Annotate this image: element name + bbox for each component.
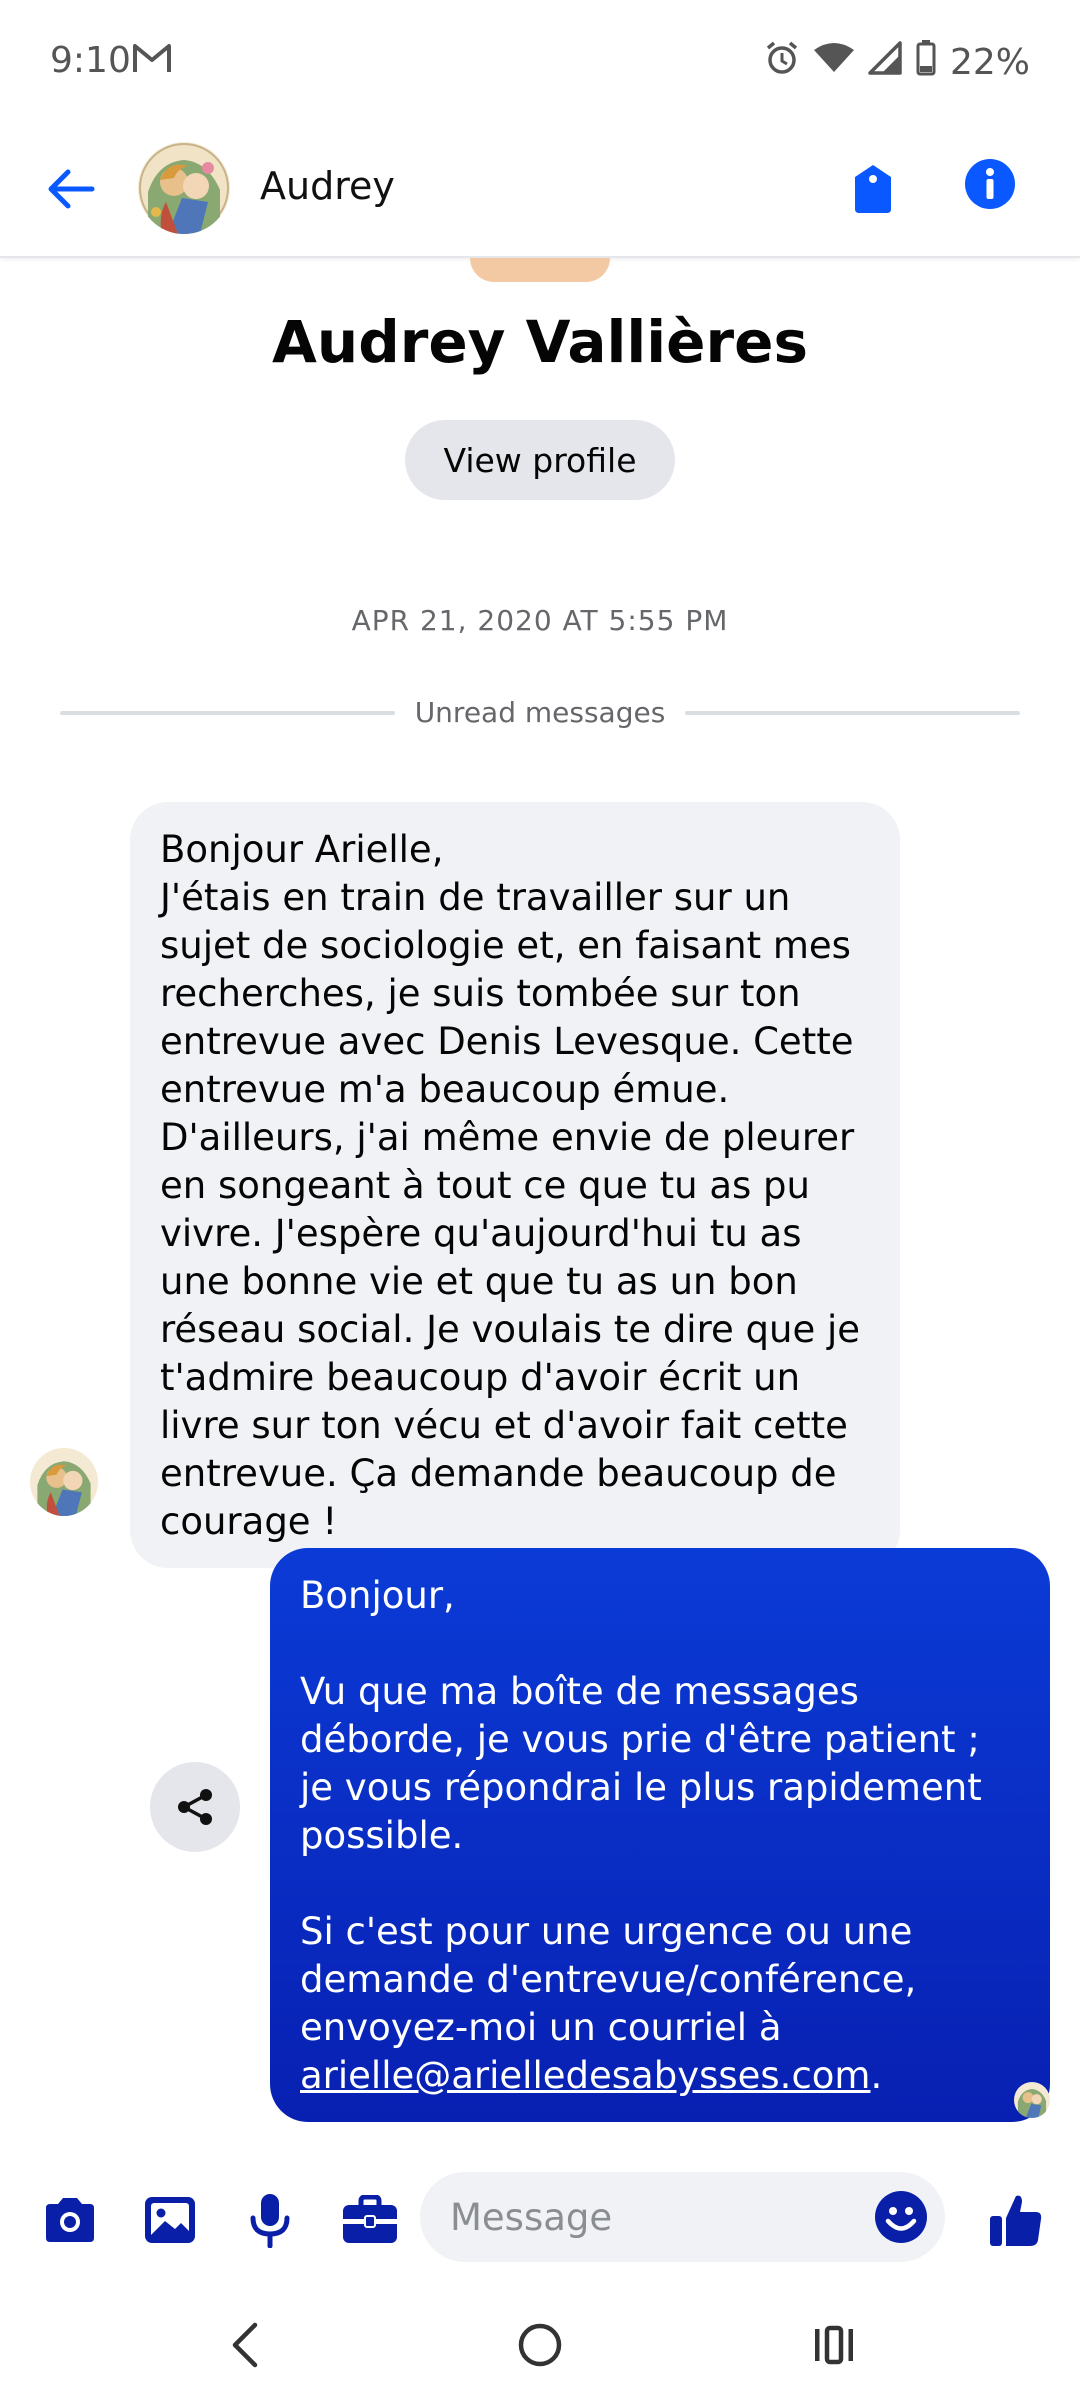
sender-avatar[interactable] xyxy=(30,1448,98,1516)
view-profile-button[interactable]: View profile xyxy=(405,420,675,500)
battery-percent: 22% xyxy=(949,42,1030,83)
status-bar: 9:10 22% xyxy=(0,0,1080,120)
incoming-message-bubble[interactable]: Bonjour Arielle, J'étais en train de tra… xyxy=(130,802,900,1568)
email-link[interactable]: arielle@arielledesabysses.com xyxy=(300,2054,870,2097)
message-greeting: Bonjour, xyxy=(300,1574,455,1617)
share-icon xyxy=(178,1789,212,1825)
outgoing-message-bubble[interactable]: Bonjour, Vu que ma boîte de messages déb… xyxy=(270,1548,1050,2122)
microphone-icon[interactable] xyxy=(234,2184,306,2256)
signal-icon xyxy=(868,41,902,84)
camera-icon[interactable] xyxy=(34,2184,106,2256)
read-receipt-avatar xyxy=(1014,2082,1050,2118)
unread-divider: Unread messages xyxy=(60,696,1020,729)
nav-back-icon[interactable] xyxy=(205,2310,285,2380)
battery-icon xyxy=(916,40,936,85)
profile-picture xyxy=(470,258,610,282)
briefcase-icon[interactable] xyxy=(334,2184,406,2256)
back-arrow-icon[interactable] xyxy=(40,158,102,220)
message-timestamp: APR 21, 2020 AT 5:55 PM xyxy=(351,604,729,637)
avatar[interactable] xyxy=(138,142,230,234)
share-button[interactable] xyxy=(150,1762,240,1852)
status-time: 9:10 xyxy=(50,40,131,81)
thumbs-up-icon[interactable] xyxy=(980,2184,1052,2256)
profile-full-name: Audrey Vallières xyxy=(272,308,808,376)
nav-recents-icon[interactable] xyxy=(794,2310,874,2380)
message-input-container[interactable] xyxy=(420,2172,945,2262)
emoji-icon[interactable] xyxy=(870,2186,932,2248)
wifi-icon xyxy=(813,42,854,83)
unread-label: Unread messages xyxy=(414,696,666,729)
divider-line xyxy=(685,710,1020,715)
status-icons: 22% xyxy=(764,40,1030,85)
nav-home-icon[interactable] xyxy=(500,2310,580,2380)
image-icon[interactable] xyxy=(134,2184,206,2256)
info-icon[interactable] xyxy=(958,152,1022,216)
gmail-icon xyxy=(132,42,172,78)
tag-icon[interactable] xyxy=(842,158,904,220)
message-paragraph: Si c'est pour une urgence ou une demande… xyxy=(300,1910,917,2097)
conversation-header: Audrey xyxy=(0,120,1080,258)
message-input[interactable] xyxy=(448,2194,855,2240)
header-contact-name[interactable]: Audrey xyxy=(260,164,395,208)
divider-line xyxy=(60,710,395,715)
message-paragraph: Vu que ma boîte de messages déborde, je … xyxy=(300,1670,982,1857)
alarm-icon xyxy=(764,40,800,85)
